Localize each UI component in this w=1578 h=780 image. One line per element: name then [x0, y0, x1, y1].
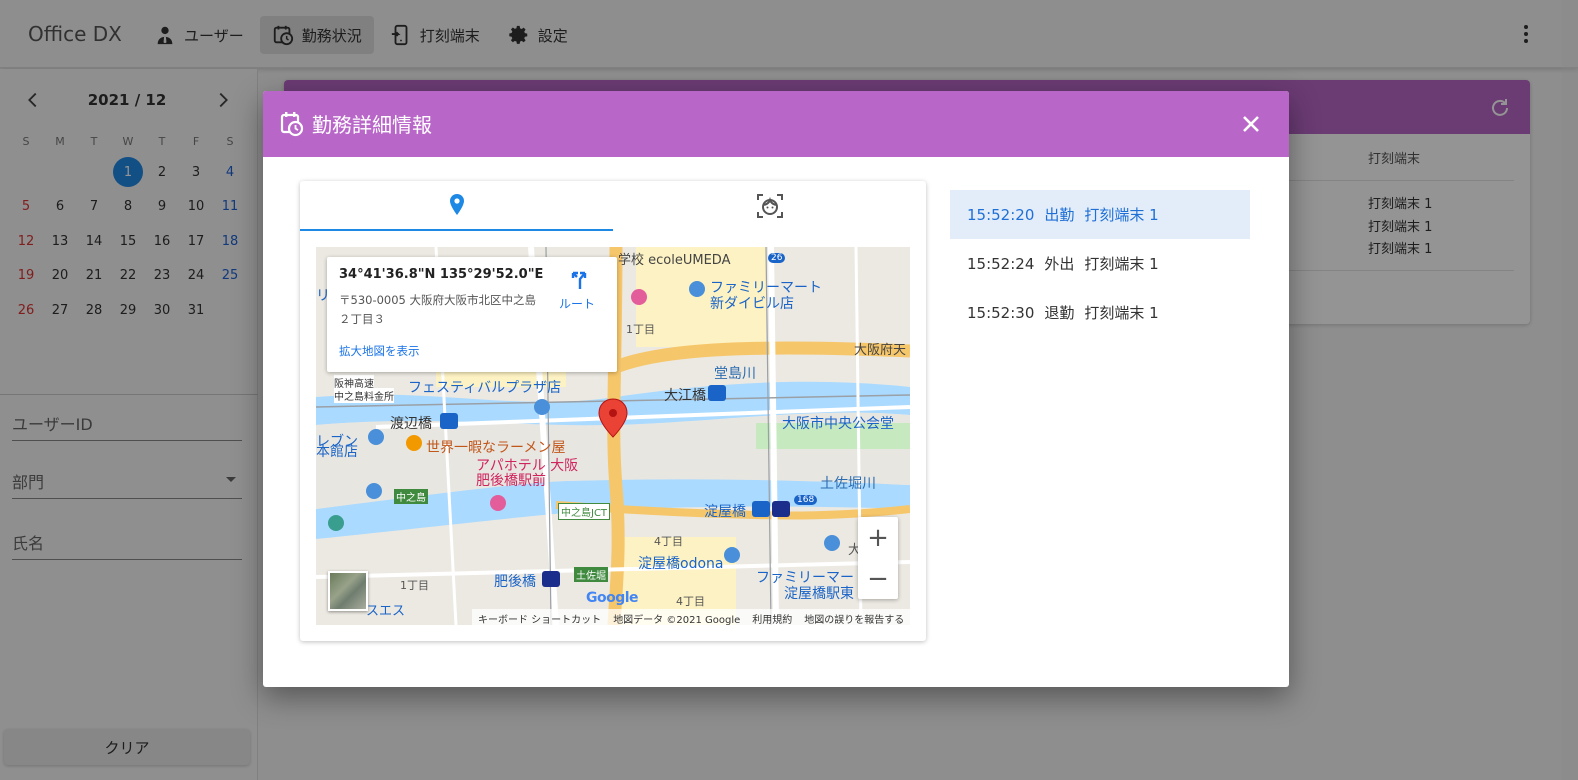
map-label: 学校 ecoleUMEDA	[618, 253, 731, 268]
log-time: 15:52:24	[967, 254, 1035, 273]
map-label: 4丁目	[654, 535, 683, 548]
map-label: 大阪府天	[854, 343, 907, 358]
zoom-out-button[interactable]: −	[858, 558, 898, 599]
map-label: 大阪市中央公会堂	[782, 416, 894, 432]
map-label: 168	[794, 495, 818, 505]
log-type: 出勤	[1044, 206, 1075, 224]
log-time: 15:52:20	[967, 205, 1035, 224]
map-label: 淀屋橋駅東	[784, 586, 854, 602]
close-icon[interactable]	[1239, 112, 1263, 136]
larger-map-link[interactable]: 拡大地図を表示	[339, 343, 420, 359]
map-label: フェスティバルプラザ店	[408, 380, 562, 396]
map-label: 中之島料金所	[334, 388, 394, 403]
zoom-controls: + −	[858, 517, 898, 599]
map-address-line2: ２丁目３	[339, 312, 385, 326]
map-label: 渡辺橋	[390, 416, 432, 432]
log-terminal: 打刻端末 1	[1084, 206, 1159, 224]
map-label: 土佐堀川	[820, 476, 876, 492]
page-scrollbar[interactable]	[1562, 0, 1578, 780]
face-recognition-icon	[756, 194, 783, 218]
map-label: 肥後橋駅前	[476, 473, 546, 489]
calendar-clock-icon	[280, 112, 304, 137]
map-data-credit: 地図データ ©2021 Google	[613, 615, 741, 625]
map-label: 4丁目	[676, 595, 705, 608]
map-label: 中之島JCT	[558, 503, 611, 520]
satellite-toggle[interactable]	[328, 571, 368, 611]
map-label: 本館店	[316, 444, 358, 460]
map-label: 世界一暇なラーメン屋	[426, 440, 566, 456]
map-attribution: キーボード ショートカット 地図データ ©2021 Google 利用規約 地図…	[472, 609, 910, 625]
map-label: 1丁目	[400, 579, 429, 592]
route-link[interactable]: ルート	[559, 295, 595, 312]
list-item[interactable]: 15:52:20 出勤 打刻端末 1	[950, 190, 1250, 239]
tab-face[interactable]	[613, 181, 926, 231]
dialog-title: 勤務詳細情報	[312, 113, 432, 137]
map-info-window: 34°41'36.8"N 135°29'52.0"E 〒530-0005 大阪府…	[327, 257, 617, 372]
map-label: 土佐堀	[574, 567, 608, 582]
map-label: 淀屋橋odona	[638, 556, 724, 572]
location-card: 学校 ecoleUMEDA ファミリーマート 新ダイビル店 1丁目 大阪府天 堂…	[300, 181, 926, 641]
google-logo: Google	[586, 590, 639, 606]
map-label: 肥後橋	[494, 574, 536, 590]
map-label: 新ダイビル店	[710, 296, 794, 312]
google-map[interactable]: 学校 ecoleUMEDA ファミリーマート 新ダイビル店 1丁目 大阪府天 堂…	[316, 247, 910, 625]
punch-log-list: 15:52:20 出勤 打刻端末 1 15:52:24 外出 打刻端末 1 15…	[950, 190, 1250, 337]
work-detail-dialog: 勤務詳細情報 学校 ecoleUMEDA ファミリーマート 新ダイビル店 1丁目…	[263, 91, 1289, 687]
map-label: 大江橋	[664, 388, 706, 404]
map-label: 堂島川	[714, 366, 756, 382]
terms-link[interactable]: 利用規約	[752, 611, 792, 625]
tab-location[interactable]	[300, 181, 613, 231]
report-error-link[interactable]: 地図の誤りを報告する	[804, 611, 904, 625]
map-label: 26	[768, 253, 786, 263]
log-terminal: 打刻端末 1	[1084, 255, 1159, 273]
map-address-line1: 〒530-0005 大阪府大阪市北区中之島	[339, 293, 537, 307]
log-time: 15:52:30	[967, 303, 1035, 322]
map-label: 中之島	[394, 489, 428, 504]
log-terminal: 打刻端末 1	[1084, 304, 1159, 322]
list-item[interactable]: 15:52:24 外出 打刻端末 1	[950, 239, 1250, 288]
dialog-header: 勤務詳細情報	[263, 91, 1289, 157]
directions-icon[interactable]	[567, 269, 591, 293]
list-item[interactable]: 15:52:30 退勤 打刻端末 1	[950, 288, 1250, 337]
map-label: 淀屋橋	[704, 504, 746, 520]
keyboard-shortcuts-link[interactable]: キーボード ショートカット	[478, 611, 601, 625]
map-address: 〒530-0005 大阪府大阪市北区中之島 ２丁目３	[339, 291, 549, 329]
google-logo-text: Google	[586, 590, 639, 606]
log-type: 退勤	[1044, 304, 1075, 322]
log-type: 外出	[1044, 255, 1075, 273]
location-pin-icon	[449, 194, 464, 215]
map-coordinates: 34°41'36.8"N 135°29'52.0"E	[339, 267, 544, 282]
map-label: 1丁目	[626, 323, 655, 336]
map-label: スエス	[366, 604, 406, 619]
zoom-in-button[interactable]: +	[858, 517, 898, 558]
